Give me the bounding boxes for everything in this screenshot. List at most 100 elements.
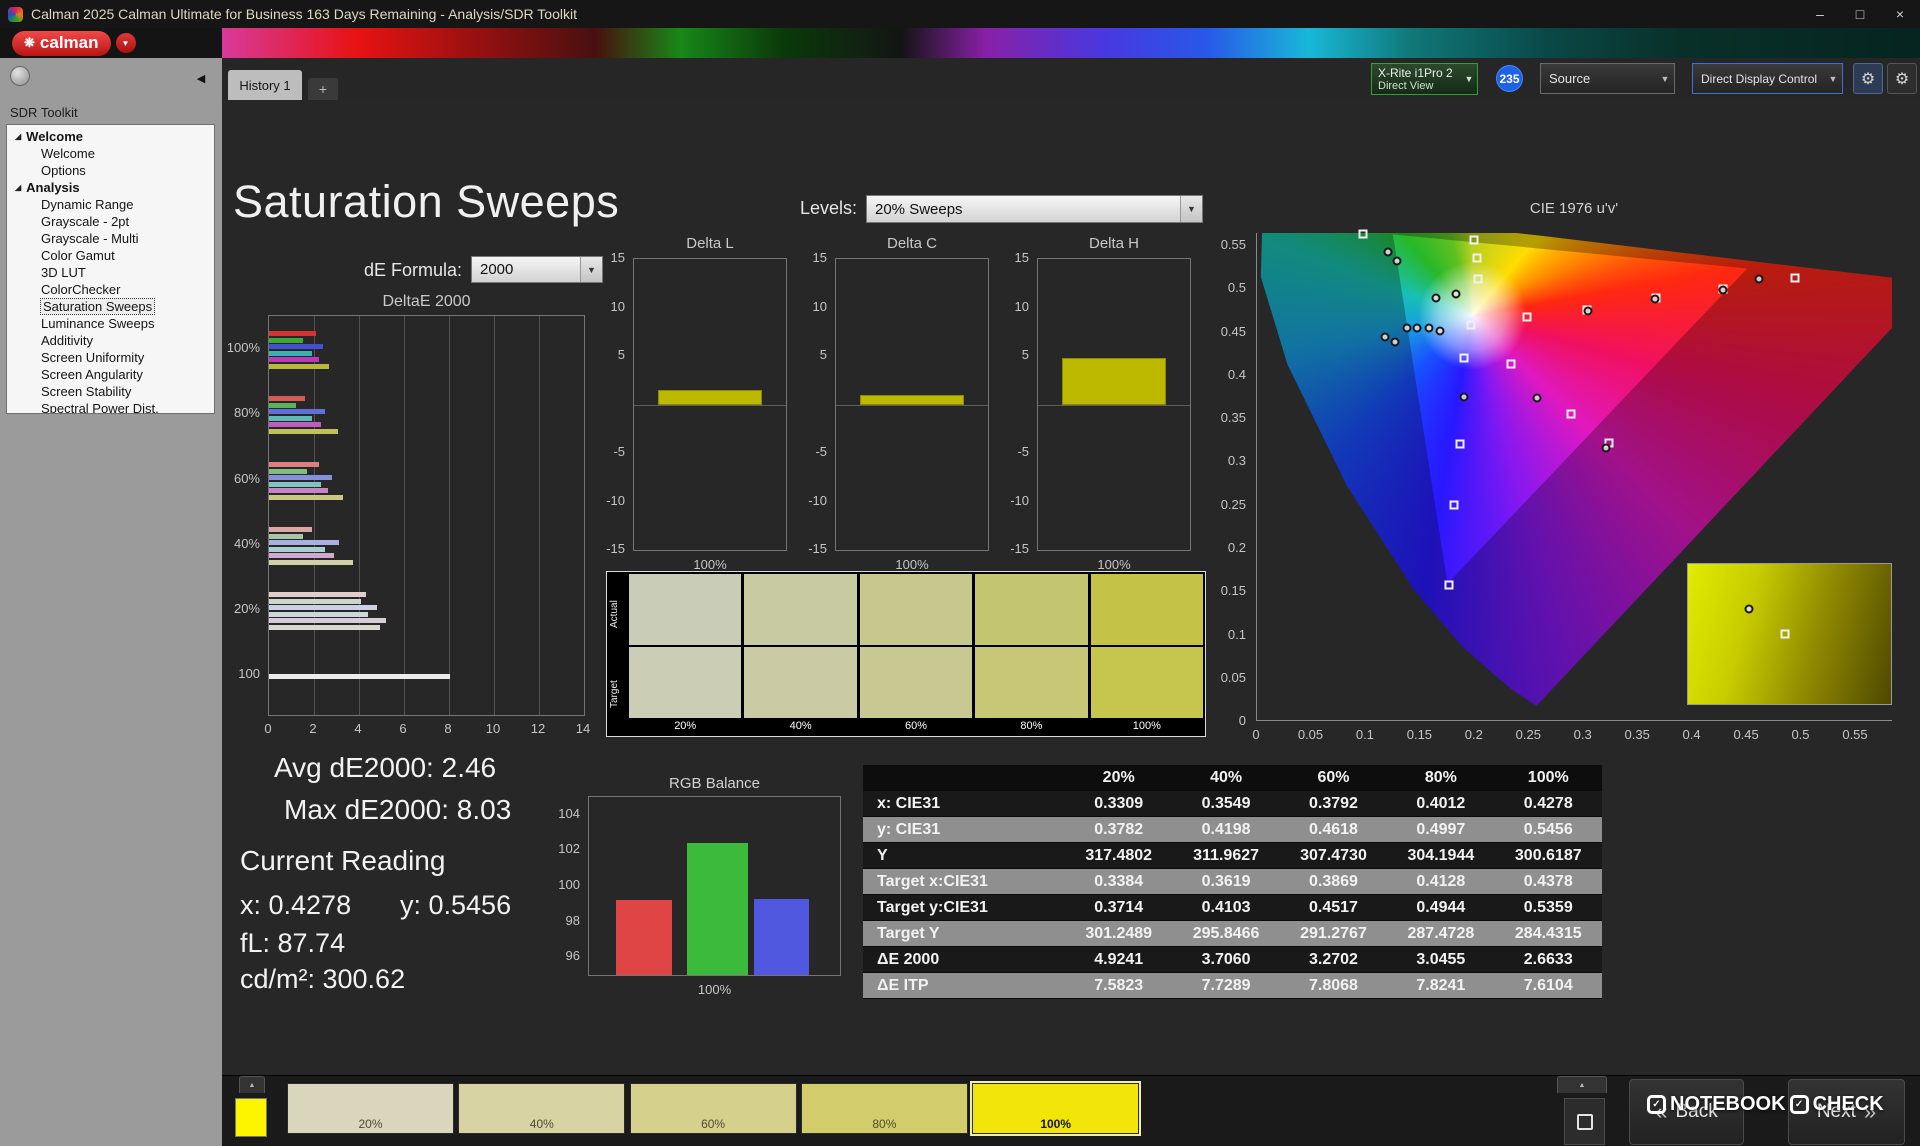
x-tick-label: 0.2 xyxy=(1464,727,1483,742)
sidebar-item-grayscale-2pt[interactable]: Grayscale - 2pt xyxy=(7,213,214,230)
pattern-ready-swatch[interactable] xyxy=(235,1098,267,1137)
stop-pattern-button[interactable] xyxy=(1564,1098,1605,1145)
sidebar-item-additivity[interactable]: Additivity xyxy=(7,332,214,349)
sidebar-item-saturation-sweeps[interactable]: Saturation Sweeps xyxy=(7,298,214,315)
y-tick-label: 102 xyxy=(558,841,580,857)
de-bar xyxy=(269,481,321,487)
de-formula-dropdown[interactable]: 2000 ▼ xyxy=(471,256,603,283)
pattern-level-button-20[interactable]: 20% xyxy=(287,1083,454,1134)
target-point xyxy=(1472,253,1482,263)
deltae2000-chart xyxy=(268,315,585,716)
table-cell: 307.4730 xyxy=(1300,846,1367,864)
x-tick-label: 4 xyxy=(354,721,362,736)
table-header-row: 20% 40% 60% 80% 100% xyxy=(863,765,1602,791)
tree-section-welcome[interactable]: ◢ Welcome xyxy=(7,128,214,145)
sidebar-item-welcome[interactable]: Welcome xyxy=(7,145,214,162)
pattern-level-label: 100% xyxy=(1040,1117,1072,1131)
sidebar-item-screen-uniformity[interactable]: Screen Uniformity xyxy=(7,349,214,366)
calman-logo-button[interactable]: ❋ calman xyxy=(12,30,111,56)
de-bar xyxy=(269,546,326,552)
logo-menu-arrow-button[interactable]: ▼ xyxy=(115,33,136,53)
table-cell: 0.4103 xyxy=(1201,898,1251,916)
x-tick-label: 0 xyxy=(264,721,272,736)
table-cell: 0.4944 xyxy=(1416,898,1466,916)
y-tick-label: 40% xyxy=(233,536,260,551)
table-column-header: 60% xyxy=(1317,768,1350,786)
table-cell: 311.9627 xyxy=(1193,846,1260,864)
target-point xyxy=(1449,500,1459,510)
table-cell: 0.3869 xyxy=(1309,872,1358,890)
display-control-dropdown[interactable]: Direct Display Control ▼ xyxy=(1692,63,1843,94)
table-cell: 0.3619 xyxy=(1201,872,1251,890)
logo-zone: ❋ calman ▼ xyxy=(0,28,222,58)
measured-point xyxy=(1390,337,1400,347)
table-cell: 0.4128 xyxy=(1416,872,1466,890)
sidebar-item-color-gamut[interactable]: Color Gamut xyxy=(7,247,214,264)
pattern-level-button-100[interactable]: 100% xyxy=(970,1081,1142,1136)
measured-point xyxy=(1412,323,1422,333)
pattern-level-button-60[interactable]: 60% xyxy=(629,1083,797,1134)
meter-count-badge[interactable]: 235 xyxy=(1496,65,1523,92)
close-button[interactable]: × xyxy=(1880,0,1920,28)
minimize-button[interactable]: – xyxy=(1800,0,1840,28)
sidebar-item-dynamic-range[interactable]: Dynamic Range xyxy=(7,196,214,213)
target-swatch xyxy=(744,647,857,718)
actual-swatch xyxy=(975,574,1088,645)
levels-value: 20% Sweeps xyxy=(875,200,963,218)
table-row: Target Y 301.2489 295.8466 291.2767 287.4728… xyxy=(863,921,1602,947)
delta-bar xyxy=(1062,357,1166,405)
sidebar-item-screen-angularity[interactable]: Screen Angularity xyxy=(7,366,214,383)
table-row: x: CIE31 0.3309 0.3549 0.3792 0.4012 0.4278 xyxy=(863,791,1602,817)
table-cell: 0.4997 xyxy=(1416,820,1466,838)
sidebar-item-screen-stability[interactable]: Screen Stability xyxy=(7,383,214,400)
pattern-level-button-40[interactable]: 40% xyxy=(458,1083,626,1134)
y-tick-label: 0.3 xyxy=(1227,453,1246,469)
cie-y-axis: 0 0.05 0.1 0.15 0.2 0.25 0.3 0.35 0.4 0.45 0.5 0.55 xyxy=(1210,233,1252,728)
chevron-down-icon: ▼ xyxy=(1180,196,1202,222)
de-bar xyxy=(269,533,303,539)
sidebar-item-3d-lut[interactable]: 3D LUT xyxy=(7,264,214,281)
sidebar-item-colorchecker[interactable]: ColorChecker xyxy=(7,281,214,298)
tree-section-analysis[interactable]: ◢ Analysis xyxy=(7,179,214,196)
y-tick-label: 0.5 xyxy=(1227,280,1246,296)
sidebar-collapse-arrow[interactable]: ◀ xyxy=(192,70,210,86)
y-tick-label: 0 xyxy=(1238,713,1246,728)
tab-history-1[interactable]: History 1 xyxy=(228,70,302,100)
meter-dropdown[interactable]: X-Rite i1Pro 2 Direct View ▼ xyxy=(1371,63,1478,95)
y-tick-label: 96 xyxy=(565,948,580,964)
source-dropdown[interactable]: Source ▼ xyxy=(1540,63,1675,94)
levels-label: Levels: xyxy=(799,198,857,218)
maximize-button[interactable]: □ xyxy=(1840,0,1880,28)
table-cell: 0.3792 xyxy=(1309,794,1358,812)
levels-dropdown[interactable]: 20% Sweeps ▼ xyxy=(866,195,1203,223)
nav-tray-toggle[interactable]: ▲ xyxy=(1557,1076,1607,1093)
de-bar xyxy=(269,618,386,624)
actual-swatch xyxy=(629,574,742,645)
de-bar xyxy=(269,337,303,343)
rgb-bar-green xyxy=(687,843,748,975)
de-bar xyxy=(269,553,335,559)
rgb-balance-title: RGB Balance xyxy=(669,775,760,792)
next-button[interactable]: Next » xyxy=(1788,1079,1905,1145)
table-cell: 0.3782 xyxy=(1094,820,1144,838)
table-cell: 0.3309 xyxy=(1094,794,1144,812)
new-tab-button[interactable]: + xyxy=(308,78,338,100)
pattern-tray-toggle[interactable]: ▲ xyxy=(239,1076,265,1093)
x-tick-label: 12 xyxy=(530,721,546,736)
sidebar-item-options[interactable]: Options xyxy=(7,162,214,179)
workspace-settings-button[interactable]: ⚙ xyxy=(1887,63,1917,94)
back-chevron-icon: « xyxy=(1655,1099,1668,1124)
sidebar-item-grayscale-multi[interactable]: Grayscale - Multi xyxy=(7,230,214,247)
table-cell: 295.8466 xyxy=(1192,924,1260,942)
sidebar-item-luminance-sweeps[interactable]: Luminance Sweeps xyxy=(7,315,214,332)
sidebar-item-spectral-power-dist[interactable]: Spectral Power Dist. xyxy=(7,400,214,413)
swatch-level-label: 100% xyxy=(1132,720,1161,732)
sidebar-options-button[interactable] xyxy=(10,66,30,86)
stop-icon xyxy=(1576,1113,1593,1130)
swatch-column-40: 40% xyxy=(744,574,857,734)
settings-gear-button[interactable]: ⚙ xyxy=(1853,63,1883,94)
back-button[interactable]: « Back xyxy=(1629,1079,1744,1145)
table-column-header: 80% xyxy=(1424,768,1457,786)
pattern-level-button-80[interactable]: 80% xyxy=(800,1083,968,1134)
table-row-label: ΔE 2000 xyxy=(877,950,940,968)
